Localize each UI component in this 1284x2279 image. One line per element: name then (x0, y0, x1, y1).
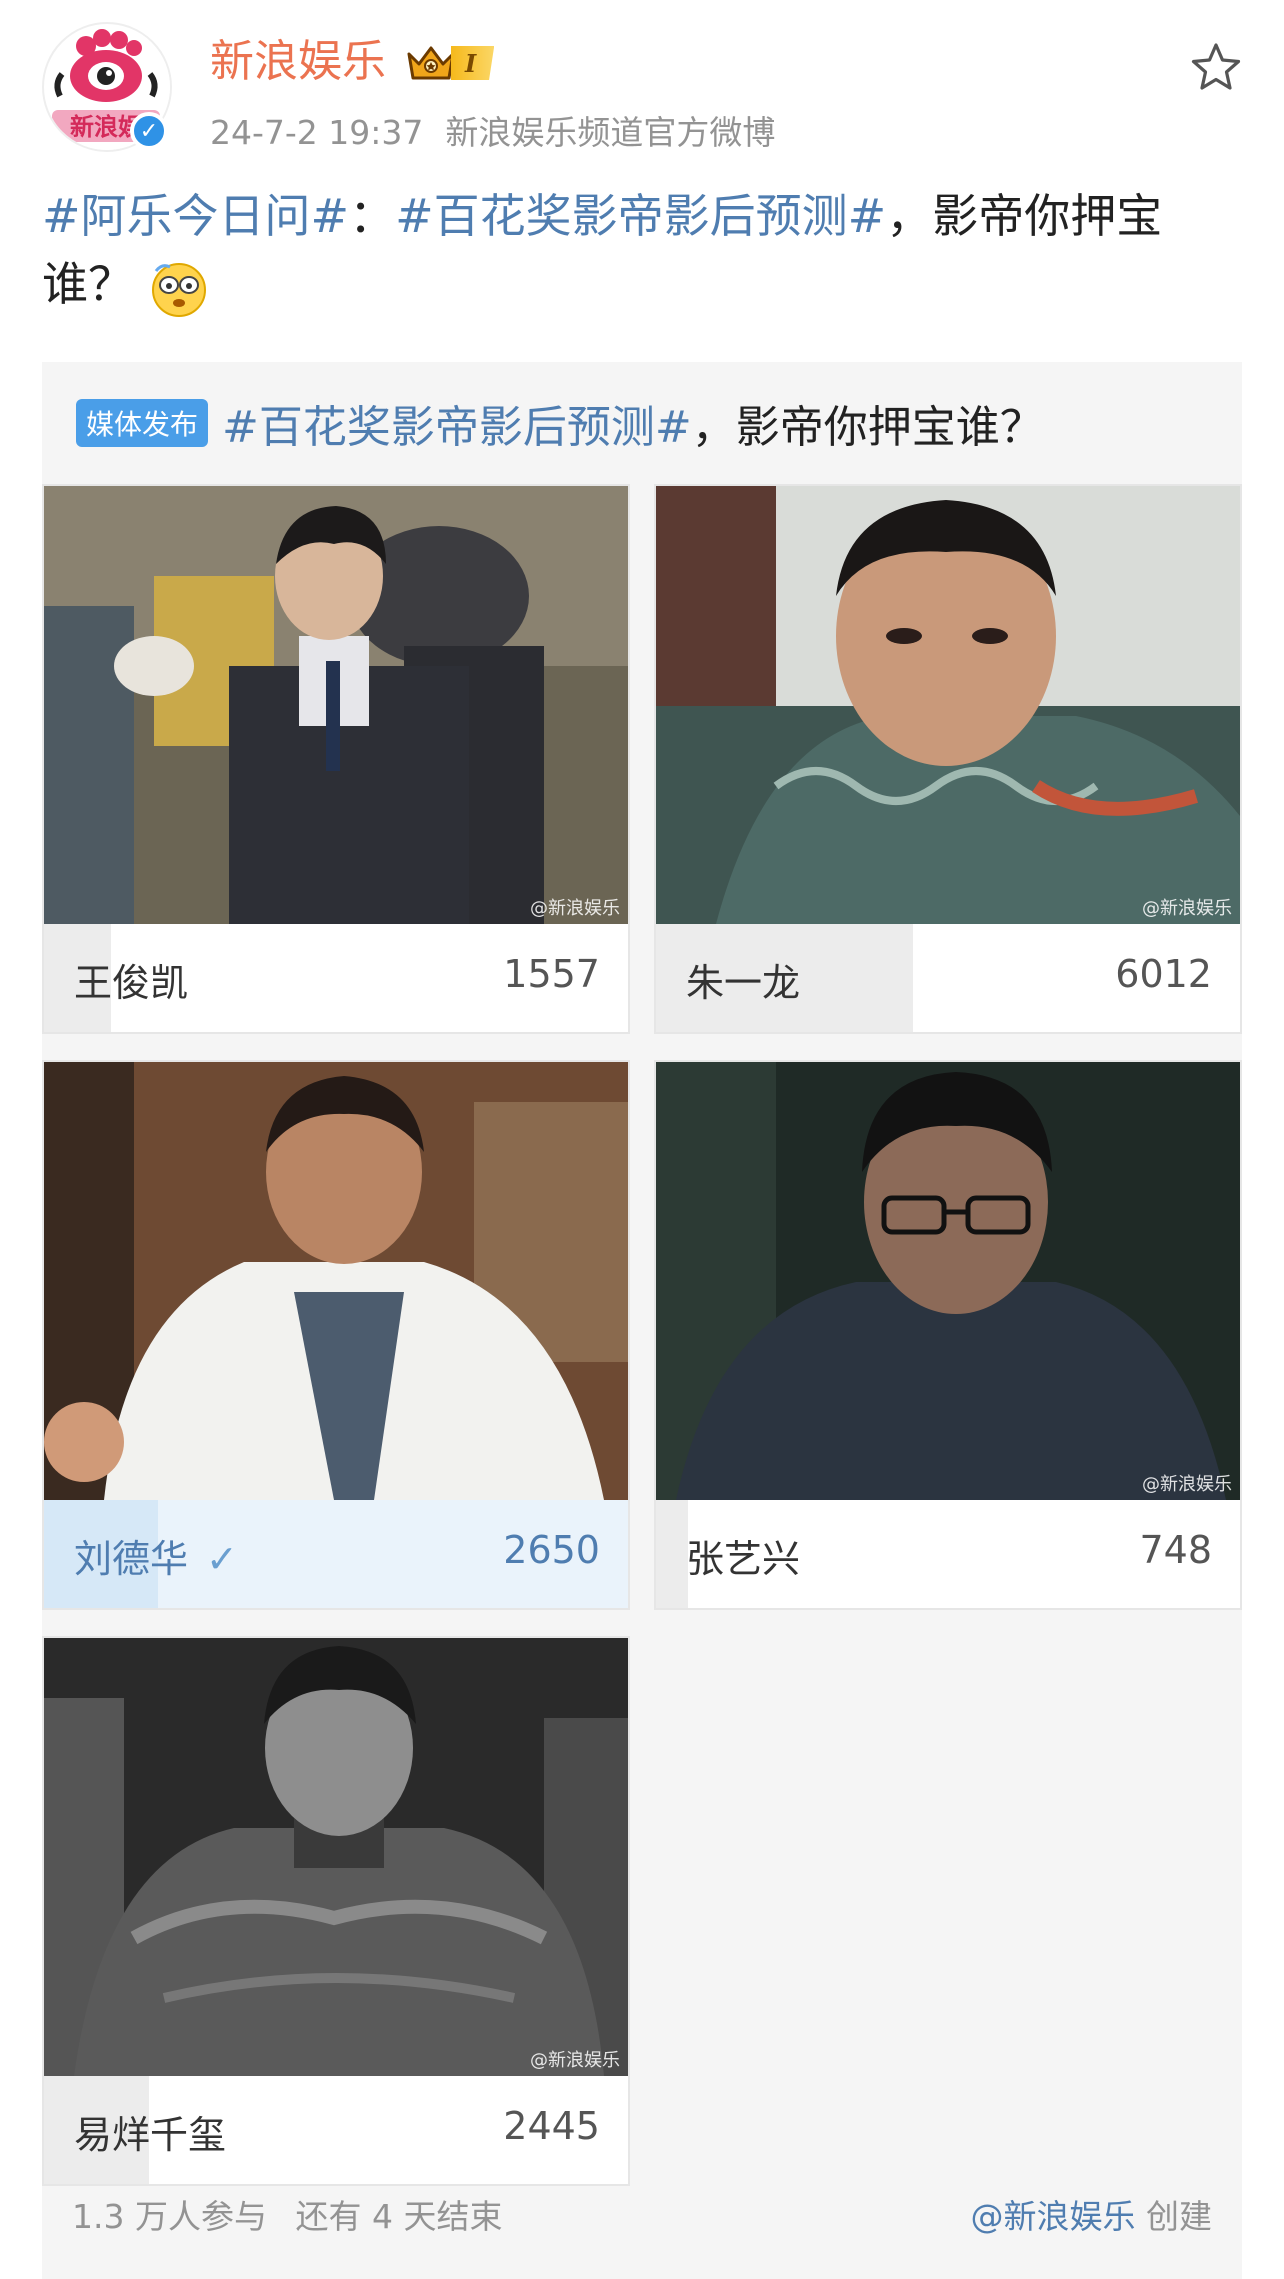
vote-creator: @新浪娱乐 创建 (971, 2190, 1213, 2238)
participants-count: 1.3 万人参与 (72, 2197, 267, 2236)
option-name: 刘德华 (74, 1537, 189, 1581)
vote-footer: 1.3 万人参与 还有 4 天结束 @新浪娱乐 创建 (72, 2190, 1212, 2238)
option-name: 朱一龙 (686, 961, 801, 1005)
vip-level: I (451, 46, 495, 80)
post-separator: ： (349, 189, 396, 243)
verified-icon: ✓ (130, 112, 168, 150)
vote-option[interactable]: @新浪娱乐 朱一龙 6012 (654, 484, 1242, 1034)
option-photo (44, 1062, 628, 1500)
option-name: 易烊千玺 (74, 2113, 227, 2157)
vote-progress-fill (656, 1500, 689, 1608)
option-photo: @新浪娱乐 (656, 486, 1240, 924)
vote-bar: 张艺兴 748 (656, 1500, 1240, 1608)
post-text: #阿乐今日问#：#百花奖影帝影后预测#，影帝你押宝谁？ (42, 182, 1242, 319)
option-name: 王俊凯 (74, 961, 189, 1005)
vote-option[interactable]: @新浪娱乐 张艺兴 748 (654, 1060, 1242, 1610)
vote-bar: 王俊凯 1557 (44, 924, 628, 1032)
option-count: 2445 (503, 2104, 600, 2148)
option-count: 1557 (503, 952, 600, 996)
check-icon: ✓ (206, 1537, 238, 1581)
vote-bar: 易烊千玺 2445 (44, 2076, 628, 2184)
vote-option[interactable]: @新浪娱乐 易烊千玺 2445 (42, 1636, 630, 2186)
option-count: 2650 (503, 1528, 600, 1572)
crown-icon (407, 46, 455, 80)
option-name: 张艺兴 (686, 1537, 801, 1581)
vote-bar: 朱一龙 6012 (656, 924, 1240, 1032)
media-release-tag: 媒体发布 (76, 399, 209, 447)
vote-header: 媒体发布 #百花奖影帝影后预测#，影帝你押宝谁？ (76, 392, 1044, 454)
option-photo: @新浪娱乐 (44, 486, 628, 924)
vote-bar: 刘德华 ✓ 2650 (44, 1500, 628, 1608)
vote-title-text: ，影帝你押宝谁？ (691, 402, 1044, 453)
vote-option-selected[interactable]: 刘德华 ✓ 2650 (42, 1060, 630, 1610)
option-photo: @新浪娱乐 (44, 1638, 628, 2076)
created-label: 创建 (1146, 2197, 1212, 2236)
weibo-watermark: @新浪娱乐 (530, 898, 620, 919)
favorite-star-icon[interactable] (1188, 40, 1244, 96)
vote-card: 媒体发布 #百花奖影帝影后预测#，影帝你押宝谁？ @新浪娱乐 王俊凯 1557 … (42, 362, 1242, 2279)
hashtag-link[interactable]: #阿乐今日问# (42, 189, 349, 243)
hashtag-link[interactable]: #百花奖影帝影后预测# (222, 402, 692, 453)
creator-link[interactable]: @新浪娱乐 (971, 2197, 1136, 2236)
option-name-selected: 刘德华 ✓ (74, 1528, 238, 1583)
option-count: 748 (1139, 1528, 1212, 1572)
hashtag-link[interactable]: #百花奖影帝影后预测# (395, 189, 886, 243)
account-name[interactable]: 新浪娱乐 (210, 32, 386, 92)
account-description: 新浪娱乐频道官方微博 (445, 113, 776, 152)
vote-option[interactable]: @新浪娱乐 王俊凯 1557 (42, 484, 630, 1034)
weibo-watermark: @新浪娱乐 (530, 2050, 620, 2071)
dizzy-face-emoji-icon (152, 262, 206, 317)
post-date: 24-7-2 19:37 (210, 113, 424, 152)
post-meta: 24-7-2 19:37 新浪娱乐频道官方微博 (210, 106, 775, 154)
weibo-watermark: @新浪娱乐 (1142, 1474, 1232, 1495)
weibo-watermark: @新浪娱乐 (1142, 898, 1232, 919)
option-photo: @新浪娱乐 (656, 1062, 1240, 1500)
time-remaining: 还有 4 天结束 (295, 2197, 503, 2236)
vip-badge[interactable]: I (405, 40, 495, 86)
vote-title: #百花奖影帝影后预测#，影帝你押宝谁？ (222, 391, 1044, 455)
option-count: 6012 (1115, 952, 1212, 996)
